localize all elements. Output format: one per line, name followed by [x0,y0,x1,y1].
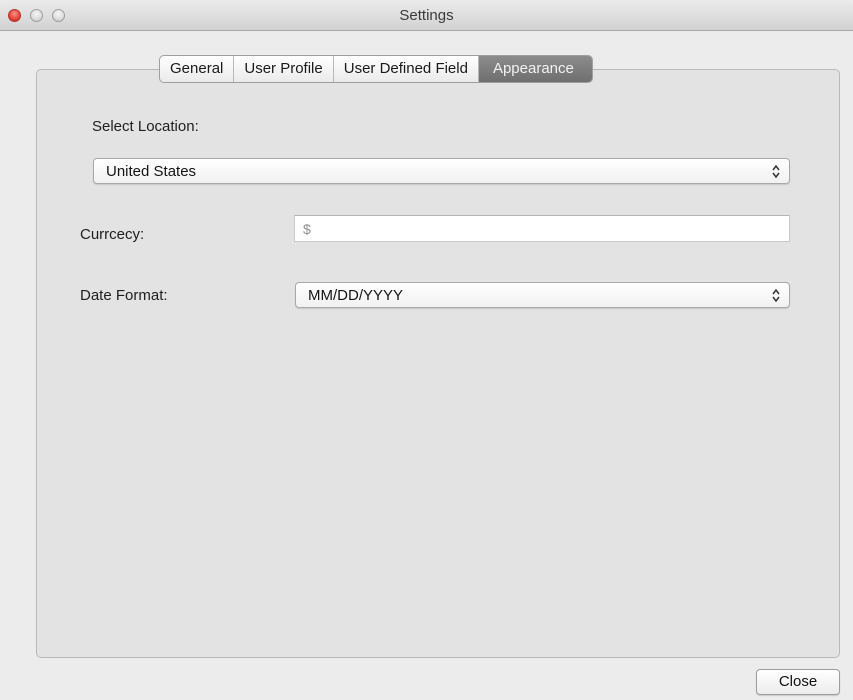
tab-appearance[interactable]: Appearance [478,56,592,82]
updown-chevron-icon [772,164,780,179]
select-location-label: Select Location: [92,118,199,135]
tab-general[interactable]: General [160,56,235,82]
date-format-label: Date Format: [80,287,168,304]
tab-user-profile[interactable]: User Profile [234,56,334,82]
tab-bar: General User Profile User Defined Field … [159,55,593,83]
currency-label: Currcecy: [80,226,145,243]
close-button[interactable]: Close [756,669,840,695]
title-bar[interactable]: Settings [0,0,853,31]
currency-field[interactable]: $ [294,215,790,242]
date-format-popup[interactable]: MM/DD/YYYY [295,282,790,308]
location-popup[interactable]: United States [93,158,790,184]
tab-user-defined-field[interactable]: User Defined Field [334,56,479,82]
location-popup-value: United States [106,163,197,180]
window-title: Settings [399,7,454,24]
date-format-popup-value: MM/DD/YYYY [308,287,404,304]
settings-window: Settings General User Profile User Defin… [0,0,853,700]
updown-chevron-icon [772,288,780,303]
